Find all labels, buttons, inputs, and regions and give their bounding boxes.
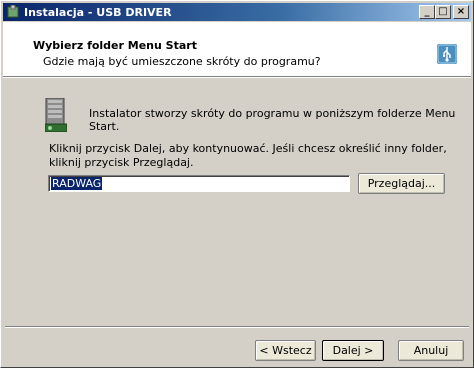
usb-icon — [437, 44, 457, 64]
cancel-button[interactable]: Anuluj — [398, 340, 464, 361]
page-subtitle: Gdzie mają być umieszczone skróty do pro… — [43, 55, 321, 68]
maximize-button[interactable]: □ — [435, 5, 451, 19]
start-menu-folder-icon — [44, 97, 68, 133]
header-divider — [3, 77, 471, 78]
next-button[interactable]: Dalej > — [322, 340, 384, 361]
intro-text: Instalator stworzy skróty do programu w … — [89, 107, 456, 133]
minimize-button[interactable]: _ — [419, 5, 435, 19]
footer-divider — [5, 326, 469, 328]
folder-input-value: RADWAG — [51, 177, 103, 190]
start-menu-folder-input[interactable]: RADWAG — [48, 175, 350, 192]
installer-icon — [6, 5, 20, 19]
title-bar[interactable]: Instalacja - USB DRIVER _ □ × — [3, 3, 471, 21]
page-title: Wybierz folder Menu Start — [33, 39, 197, 52]
installer-window: Instalacja - USB DRIVER _ □ × Wybierz fo… — [0, 0, 474, 368]
back-button[interactable]: < Wstecz — [255, 340, 316, 361]
instructions-text: Kliknij przycisk Dalej, aby kontynuować.… — [49, 142, 447, 169]
close-button[interactable]: × — [453, 5, 469, 19]
wizard-header: Wybierz folder Menu Start Gdzie mają być… — [3, 22, 471, 77]
window-title: Instalacja - USB DRIVER — [24, 5, 172, 19]
browse-button[interactable]: Przeglądaj... — [358, 173, 445, 194]
